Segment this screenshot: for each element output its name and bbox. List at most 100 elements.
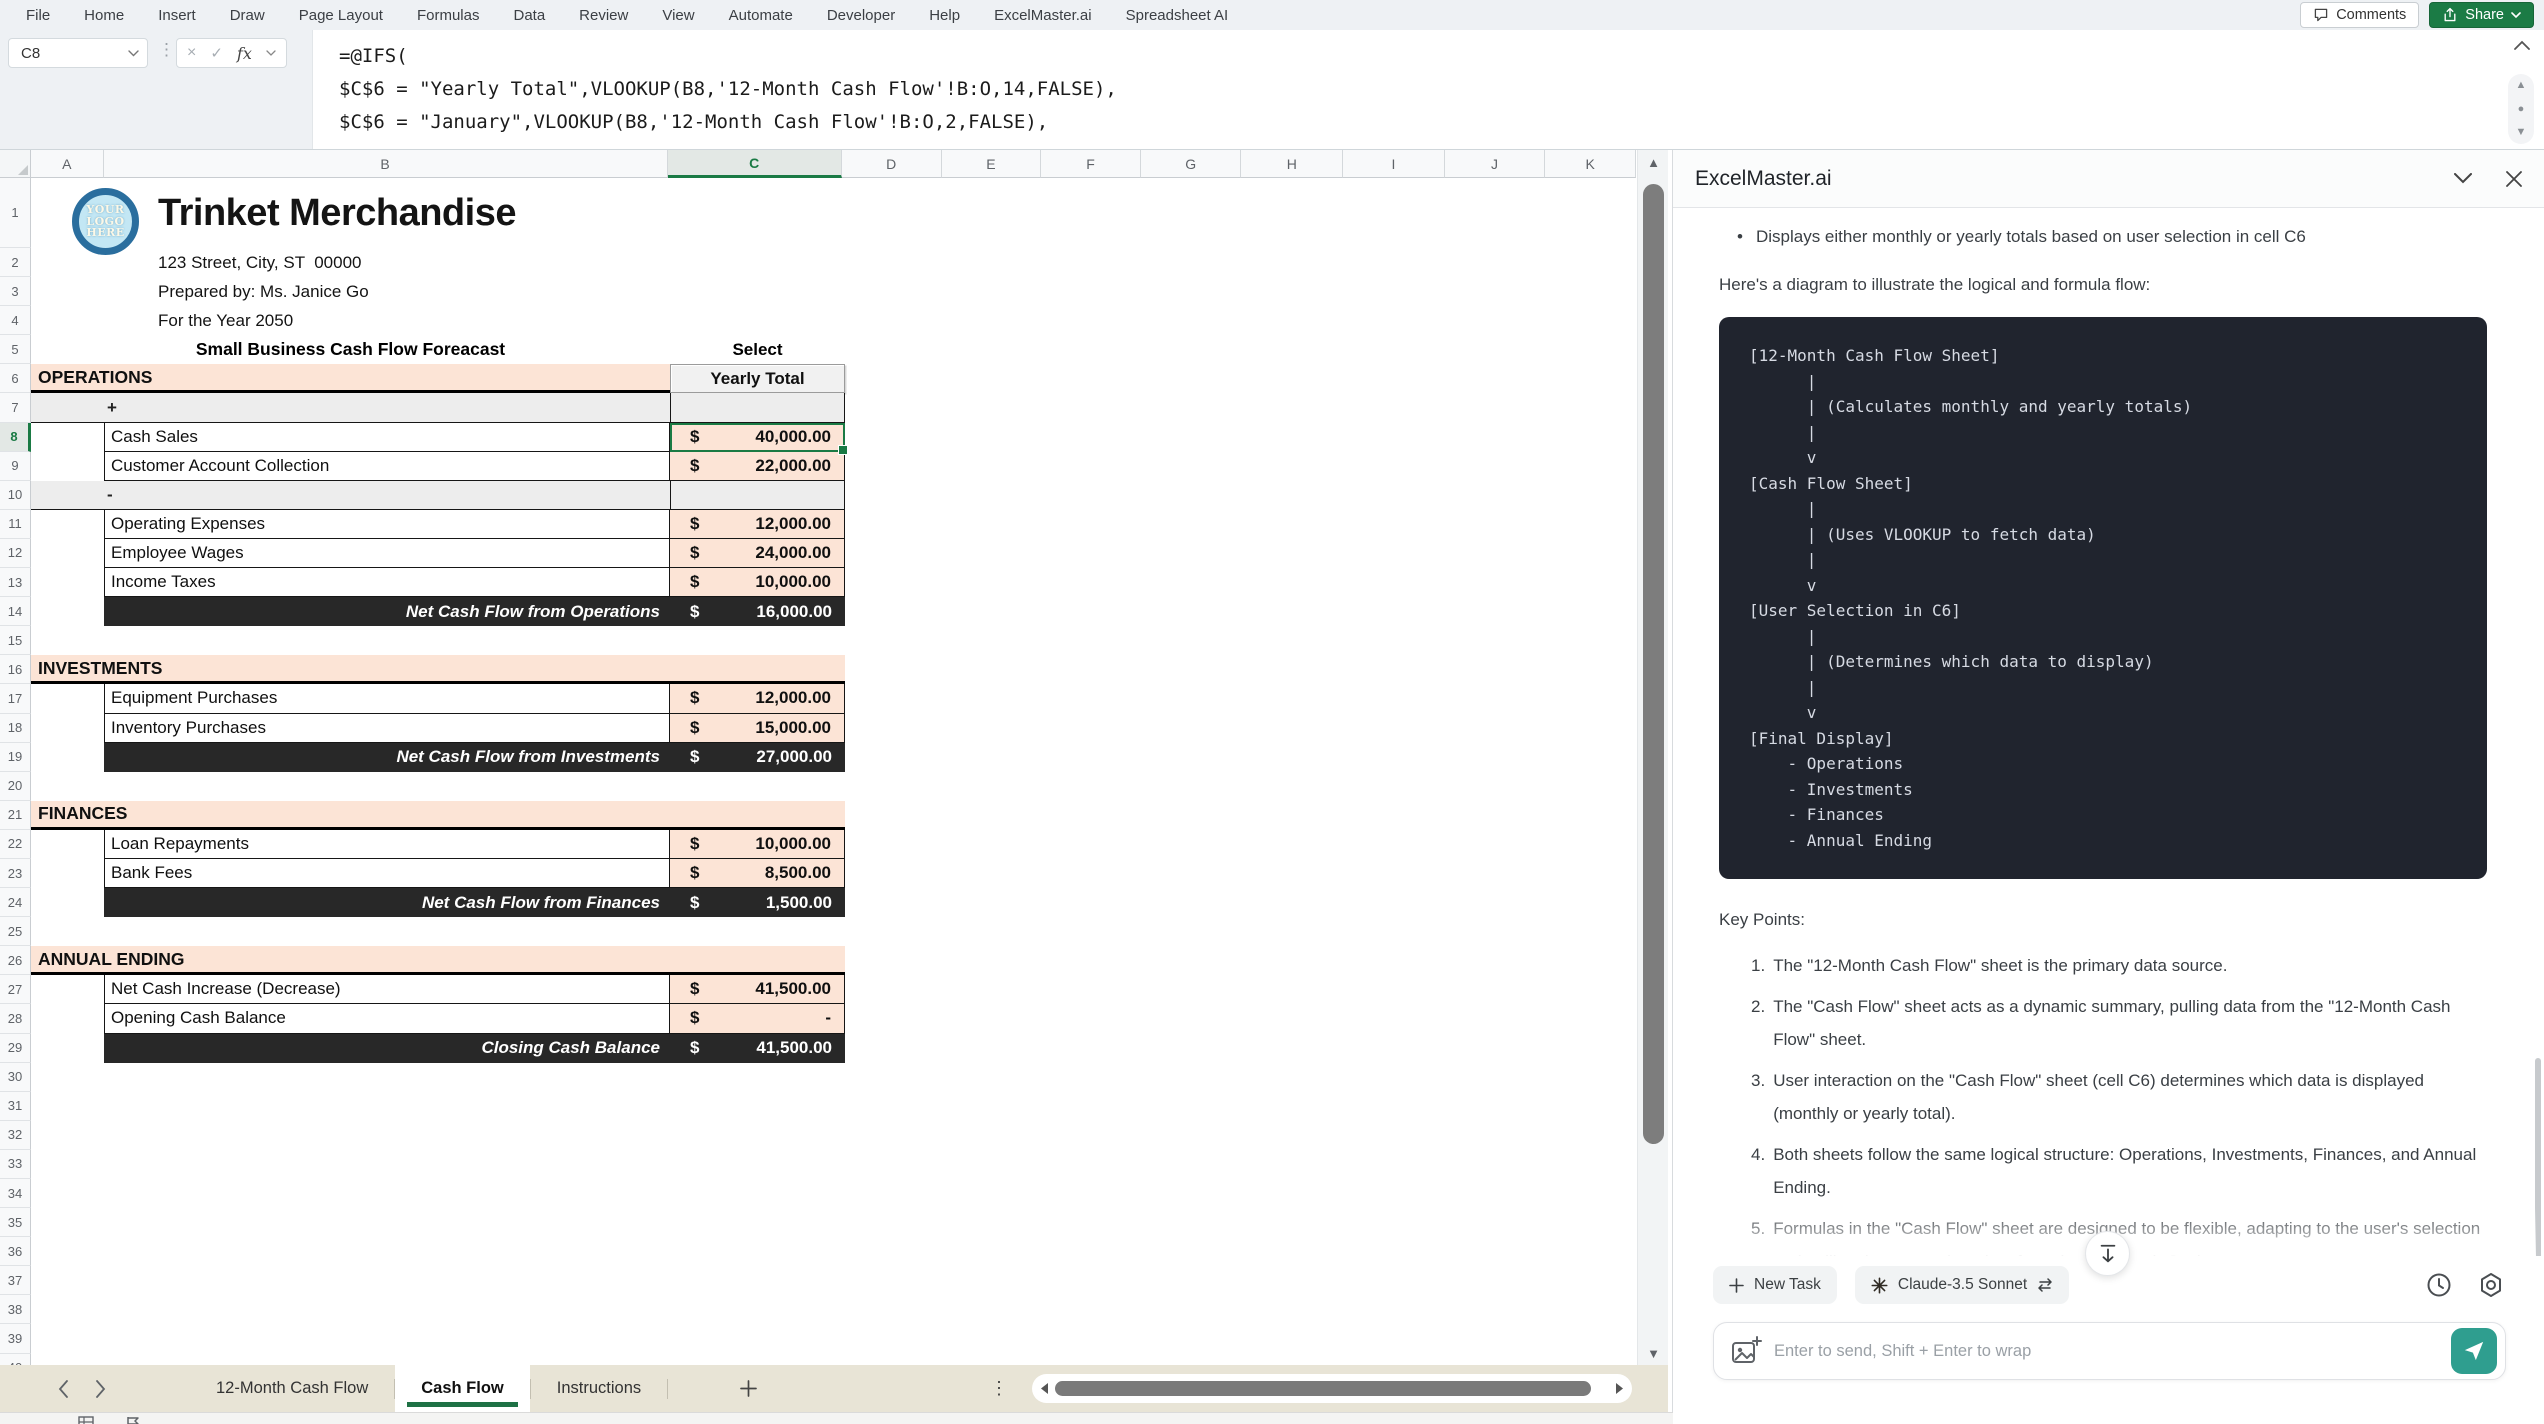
- cell-b33[interactable]: [104, 1150, 670, 1179]
- next-sheet-icon[interactable]: [95, 1380, 106, 1398]
- row-header-32[interactable]: 32: [0, 1121, 31, 1150]
- collapse-panel-icon[interactable]: [2454, 173, 2472, 184]
- model-selector-button[interactable]: Claude-3.5 Sonnet: [1855, 1266, 2069, 1304]
- row-header-27[interactable]: 27: [0, 975, 31, 1004]
- sheet-tab-instructions[interactable]: Instructions: [531, 1365, 667, 1412]
- cell-a11[interactable]: [31, 510, 104, 539]
- menu-item-insert[interactable]: Insert: [158, 7, 196, 24]
- cell-c27[interactable]: $41,500.00: [670, 975, 845, 1004]
- cell-c38[interactable]: [670, 1295, 845, 1324]
- cell-c11[interactable]: $12,000.00: [670, 510, 845, 539]
- grid-horizontal-scrollbar[interactable]: [1032, 1374, 1632, 1403]
- cell-b26[interactable]: ANNUAL ENDING: [31, 946, 670, 975]
- row-header-1[interactable]: 1: [0, 178, 31, 248]
- column-header-g[interactable]: G: [1141, 150, 1242, 178]
- cell-c21[interactable]: [670, 801, 845, 830]
- cell-b13[interactable]: Income Taxes: [104, 568, 670, 597]
- row-header-36[interactable]: 36: [0, 1237, 31, 1266]
- cell-c37[interactable]: [670, 1266, 845, 1295]
- menu-item-view[interactable]: View: [662, 7, 694, 24]
- sheet-tab-cash-flow[interactable]: Cash Flow: [395, 1365, 530, 1412]
- row-header-39[interactable]: 39: [0, 1324, 31, 1353]
- cell-b7[interactable]: +: [31, 393, 670, 422]
- grid-vertical-scrollbar[interactable]: ▲ ▼: [1637, 150, 1668, 1365]
- row-header-2[interactable]: 2: [0, 248, 31, 277]
- menu-item-home[interactable]: Home: [84, 7, 124, 24]
- cell-b39[interactable]: [104, 1324, 670, 1353]
- cell-c17[interactable]: $12,000.00: [670, 684, 845, 713]
- row-header-9[interactable]: 9: [0, 452, 31, 481]
- cell-c30[interactable]: [670, 1063, 845, 1092]
- accessibility-flag-icon[interactable]: [126, 1416, 140, 1424]
- column-header-k[interactable]: K: [1545, 150, 1636, 178]
- cell-b34[interactable]: [104, 1179, 670, 1208]
- cell-a28[interactable]: [31, 1004, 104, 1033]
- cell-c19[interactable]: $27,000.00: [670, 743, 845, 772]
- cell-c15[interactable]: [670, 626, 845, 655]
- sheet-tab-12-month-cash-flow[interactable]: 12-Month Cash Flow: [190, 1365, 394, 1412]
- row-header-38[interactable]: 38: [0, 1295, 31, 1324]
- cell-c18[interactable]: $15,000.00: [670, 714, 845, 743]
- menu-item-excelmaster-ai[interactable]: ExcelMaster.ai: [994, 7, 1092, 24]
- row-header-18[interactable]: 18: [0, 714, 31, 743]
- column-header-h[interactable]: H: [1241, 150, 1343, 178]
- select-all-corner[interactable]: [0, 150, 31, 178]
- cell-c13[interactable]: $10,000.00: [670, 568, 845, 597]
- cell-b38[interactable]: [104, 1295, 670, 1324]
- row-header-23[interactable]: 23: [0, 859, 31, 888]
- cell-b24[interactable]: Net Cash Flow from Finances: [104, 888, 670, 917]
- add-sheet-button[interactable]: [740, 1380, 757, 1397]
- cell-b25[interactable]: [104, 917, 670, 946]
- cell-a31[interactable]: [31, 1092, 104, 1121]
- row-header-7[interactable]: 7: [0, 393, 31, 422]
- add-image-icon[interactable]: [1730, 1335, 1762, 1367]
- cell-a33[interactable]: [31, 1150, 104, 1179]
- cell-a29[interactable]: [31, 1034, 104, 1063]
- cell-a18[interactable]: [31, 714, 104, 743]
- row-header-19[interactable]: 19: [0, 743, 31, 772]
- cell-c32[interactable]: [670, 1121, 845, 1150]
- cell-b15[interactable]: [104, 626, 670, 655]
- share-button[interactable]: Share: [2429, 2, 2534, 28]
- column-header-i[interactable]: I: [1343, 150, 1445, 178]
- scroll-right-icon[interactable]: [1615, 1383, 1624, 1394]
- cell-c9[interactable]: $22,000.00: [670, 452, 845, 481]
- cell-b29[interactable]: Closing Cash Balance: [104, 1034, 670, 1063]
- cell-a35[interactable]: [31, 1208, 104, 1237]
- comments-button[interactable]: Comments: [2300, 2, 2419, 28]
- cell-c39[interactable]: [670, 1324, 845, 1353]
- cell-a23[interactable]: [31, 859, 104, 888]
- cell-a22[interactable]: [31, 830, 104, 859]
- cell-c12[interactable]: $24,000.00: [670, 539, 845, 568]
- row-header-4[interactable]: 4: [0, 306, 31, 335]
- cell-c29[interactable]: $41,500.00: [670, 1034, 845, 1063]
- cell-b31[interactable]: [104, 1092, 670, 1121]
- cell-a30[interactable]: [31, 1063, 104, 1092]
- menu-item-draw[interactable]: Draw: [230, 7, 265, 24]
- cell-c5[interactable]: Select: [670, 335, 845, 364]
- row-header-16[interactable]: 16: [0, 655, 31, 684]
- column-header-j[interactable]: J: [1445, 150, 1546, 178]
- cell-c40[interactable]: [670, 1354, 845, 1365]
- scroll-down-icon[interactable]: ▼: [1638, 1346, 1669, 1361]
- cell-b21[interactable]: FINANCES: [31, 801, 670, 830]
- menu-item-help[interactable]: Help: [929, 7, 960, 24]
- cell-b10[interactable]: -: [31, 481, 670, 510]
- cell-b18[interactable]: Inventory Purchases: [104, 714, 670, 743]
- row-header-13[interactable]: 13: [0, 568, 31, 597]
- row-header-10[interactable]: 10: [0, 481, 31, 510]
- sheet-options-icon[interactable]: ⋮: [990, 1378, 1009, 1399]
- formula-bar-scrollbar[interactable]: ▲ ● ▼: [2508, 74, 2534, 144]
- row-header-40[interactable]: 40: [0, 1354, 31, 1365]
- cancel-icon[interactable]: ×: [187, 44, 196, 62]
- cell-c25[interactable]: [670, 917, 845, 946]
- cell-c33[interactable]: [670, 1150, 845, 1179]
- scroll-up-icon[interactable]: ▲: [2516, 80, 2527, 91]
- row-header-35[interactable]: 35: [0, 1208, 31, 1237]
- column-header-b[interactable]: B: [104, 150, 668, 178]
- settings-icon[interactable]: [2478, 1272, 2504, 1298]
- cell-b14[interactable]: Net Cash Flow from Operations: [104, 597, 670, 626]
- row-header-3[interactable]: 3: [0, 277, 31, 306]
- cell-a24[interactable]: [31, 888, 104, 917]
- confirm-icon[interactable]: ✓: [210, 44, 223, 62]
